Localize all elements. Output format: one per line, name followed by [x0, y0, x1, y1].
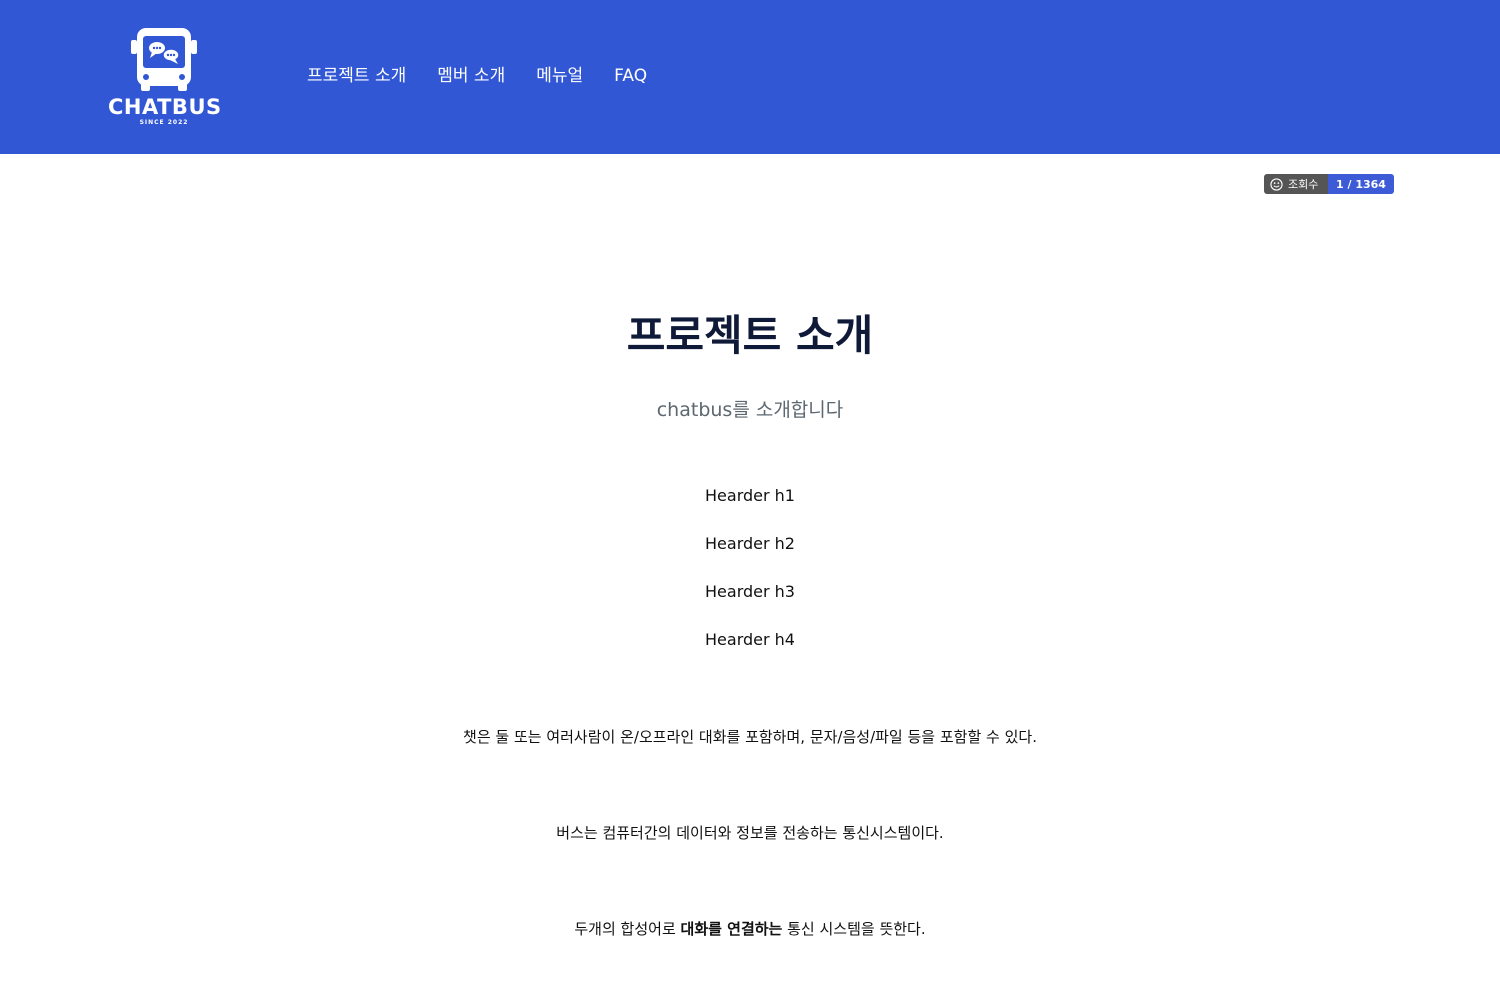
- hit-counter-label: 조회수: [1288, 178, 1319, 191]
- brand-since: SINCE 2022: [139, 119, 189, 126]
- page-title: 프로젝트 소개: [626, 311, 874, 360]
- chatbus-definition-before: 두개의 합성어로: [574, 920, 681, 938]
- main-nav: 프로젝트 소개 멤버 소개 메뉴얼 FAQ: [307, 65, 678, 87]
- site-header: CHATBUS SINCE 2022 프로젝트 소개 멤버 소개 메뉴얼 FAQ: [0, 0, 1500, 154]
- header-h4-text: Hearder h4: [705, 630, 795, 649]
- chat-definition-paragraph: 챗은 둘 또는 여러사람이 온/오프라인 대화를 포함하며, 문자/음성/파일 …: [463, 728, 1037, 746]
- smiley-icon: [1270, 177, 1283, 191]
- header-h1-text: Hearder h1: [705, 486, 795, 505]
- header-h2-text: Hearder h2: [705, 534, 795, 553]
- chatbus-definition-after: 통신 시스템을 뜻한다.: [782, 920, 926, 938]
- bus-definition-paragraph: 버스는 컴퓨터간의 데이터와 정보를 전송하는 통신시스템이다.: [556, 824, 944, 842]
- nav-item-manual[interactable]: 메뉴얼: [536, 65, 583, 87]
- chatbus-logo[interactable]: CHATBUS SINCE 2022: [108, 24, 222, 128]
- chatbus-definition-paragraph: 두개의 합성어로 대화를 연결하는 통신 시스템을 뜻한다.: [0, 918, 1500, 939]
- nav-item-faq[interactable]: FAQ: [614, 65, 647, 87]
- chatbus-definition-bold: 대화를 연결하는: [680, 920, 783, 938]
- hit-counter-value: 1 / 1364: [1328, 174, 1394, 194]
- nav-item-members[interactable]: 멤버 소개: [437, 65, 505, 87]
- bus-chat-icon: [131, 28, 197, 91]
- header-h3-text: Hearder h3: [705, 582, 795, 601]
- brand-name: CHATBUS: [108, 95, 222, 119]
- page-subtitle: chatbus를 소개합니다: [656, 399, 844, 421]
- hit-counter-label-box: 조회수: [1264, 174, 1328, 194]
- nav-item-project[interactable]: 프로젝트 소개: [307, 65, 406, 87]
- hit-counter-badge[interactable]: 조회수 1 / 1364: [1264, 174, 1394, 194]
